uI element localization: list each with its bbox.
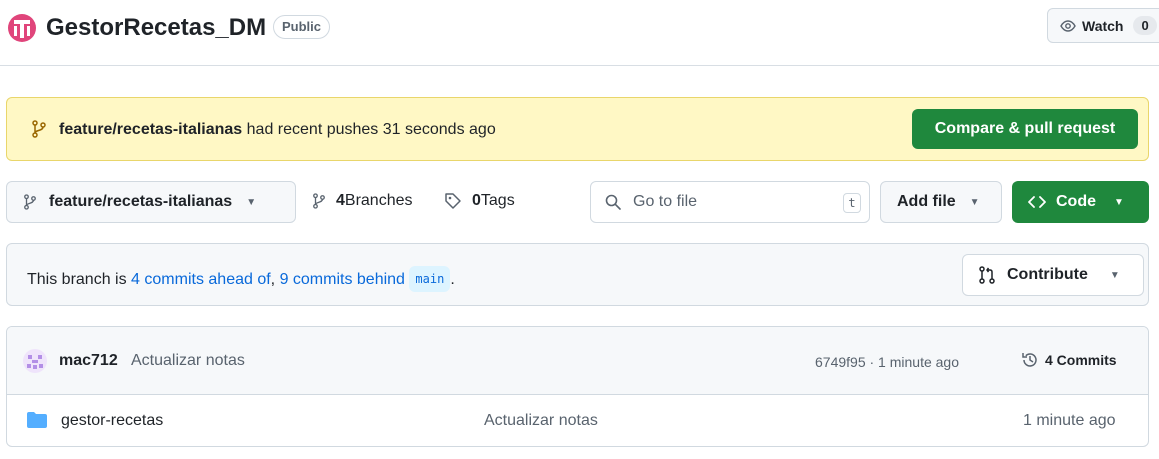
file-table: mac712 Actualizar notas 6749f95 · 1 minu… [6, 326, 1149, 447]
contribute-button[interactable]: Contribute ▼ [962, 254, 1144, 296]
commit-message[interactable]: Actualizar notas [131, 352, 245, 370]
recent-push-banner: feature/recetas-italianas had recent pus… [6, 97, 1149, 161]
chevron-down-icon: ▼ [1114, 196, 1124, 208]
file-name[interactable]: gestor-recetas [61, 412, 163, 430]
add-file-button[interactable]: Add file ▼ [880, 181, 1002, 223]
chevron-down-icon: ▼ [246, 196, 257, 208]
commits-count-label: 4 Commits [1045, 352, 1117, 368]
tag-icon [445, 193, 461, 209]
branch-icon [313, 193, 325, 209]
code-icon [1028, 196, 1046, 208]
go-to-file-placeholder: Go to file [633, 193, 698, 210]
chevron-down-icon: ▼ [1109, 269, 1120, 281]
watch-count: 0 [1133, 16, 1157, 35]
repo-title[interactable]: GestorRecetas_DM [46, 12, 266, 44]
banner-message: had recent pushes 31 seconds ago [242, 121, 496, 138]
search-icon [605, 194, 621, 210]
pull-request-icon [979, 266, 995, 284]
file-commit-message[interactable]: Actualizar notas [484, 412, 598, 430]
status-suffix: . [450, 271, 455, 288]
branch-selector[interactable]: feature/recetas-italianas ▼ [6, 181, 296, 223]
file-age: 1 minute ago [1023, 412, 1116, 429]
branch-selector-label: feature/recetas-italianas [49, 193, 233, 210]
tags-label: Tags [480, 192, 515, 209]
visibility-badge: Public [273, 15, 331, 39]
eye-icon [1060, 19, 1076, 32]
branches-label: Branches [344, 192, 413, 209]
table-row[interactable]: gestor-recetas Actualizar notas 1 minute… [7, 395, 1148, 446]
contribute-label: Contribute [1007, 266, 1088, 283]
commit-author[interactable]: mac712 [59, 352, 118, 370]
tags-count: 0 [472, 192, 481, 209]
latest-commit-row: mac712 Actualizar notas 6749f95 · 1 minu… [7, 327, 1148, 395]
branch-icon [24, 194, 36, 210]
add-file-label: Add file [897, 193, 956, 210]
branch-status-text: This branch is 4 commits ahead of, 9 com… [27, 266, 455, 292]
go-to-file-input[interactable]: Go to file t [590, 181, 870, 223]
status-separator: , [270, 271, 280, 288]
compare-pull-request-button[interactable]: Compare & pull request [912, 109, 1138, 149]
banner-branch[interactable]: feature/recetas-italianas [59, 121, 242, 138]
commits-behind-link[interactable]: 9 commits behind [280, 271, 405, 288]
folder-icon [27, 412, 47, 428]
tags-link[interactable]: 0 Tags [444, 192, 515, 210]
keyboard-shortcut: t [843, 193, 861, 213]
branch-compare-status: This branch is 4 commits ahead of, 9 com… [6, 243, 1149, 306]
banner-text: feature/recetas-italianas had recent pus… [59, 120, 496, 140]
commits-history-link[interactable]: 4 Commits [1021, 351, 1117, 369]
history-icon [1022, 353, 1037, 367]
commit-hash-time[interactable]: 6749f95 · 1 minute ago [815, 354, 959, 370]
base-branch-chip[interactable]: main [409, 266, 451, 292]
code-label: Code [1056, 193, 1096, 210]
code-button[interactable]: Code ▼ [1012, 181, 1149, 223]
commits-ahead-link[interactable]: 4 commits ahead of [131, 271, 271, 288]
watch-button[interactable]: Watch 0 [1047, 8, 1159, 43]
repo-owner-avatar[interactable] [8, 14, 36, 42]
branches-count: 4 [336, 192, 345, 209]
branches-link[interactable]: 4 Branches [312, 192, 413, 210]
avatar[interactable] [23, 349, 47, 373]
watch-label: Watch [1082, 17, 1124, 34]
branch-icon [32, 120, 46, 138]
chevron-down-icon: ▼ [969, 196, 980, 208]
status-prefix: This branch is [27, 271, 132, 288]
